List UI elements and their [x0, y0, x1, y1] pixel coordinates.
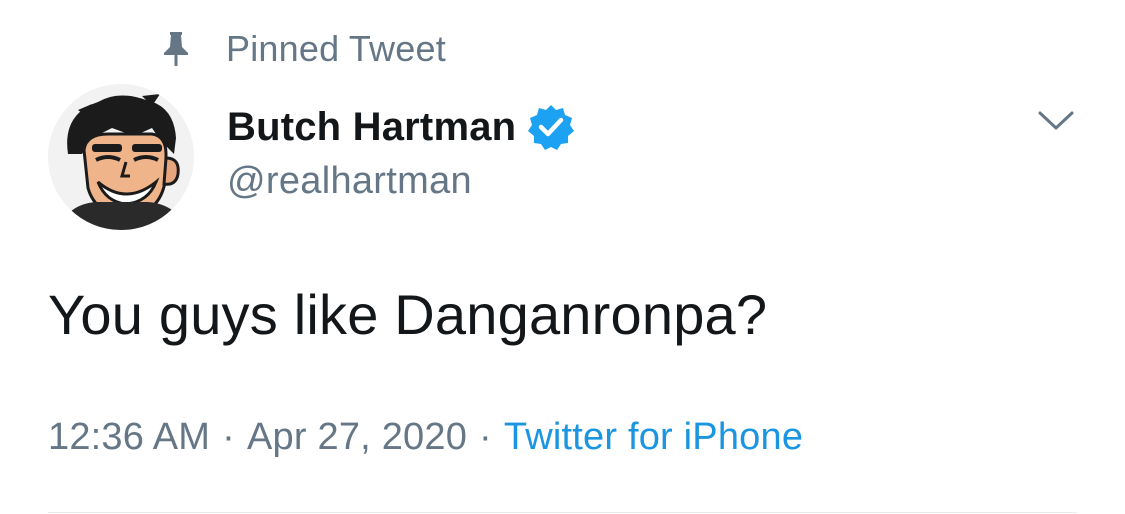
- verified-badge-icon: [526, 102, 576, 152]
- author-name-row[interactable]: Butch Hartman: [227, 100, 576, 154]
- tweet-date[interactable]: Apr 27, 2020: [247, 416, 467, 458]
- tweet-meta: 12:36 AM · Apr 27, 2020 · Twitter for iPhone: [48, 416, 803, 459]
- tweet-time[interactable]: 12:36 AM: [48, 416, 210, 458]
- meta-separator: ·: [479, 416, 492, 458]
- pin-icon: [158, 29, 194, 69]
- chevron-down-icon: [1036, 109, 1076, 138]
- divider: [48, 512, 1077, 513]
- user-handle[interactable]: @realhartman: [227, 160, 472, 203]
- pinned-tweet-header: Pinned Tweet: [158, 26, 446, 72]
- tweet-text: You guys like Danganronpa?: [48, 283, 768, 346]
- tweet-source-link[interactable]: Twitter for iPhone: [504, 416, 803, 458]
- meta-separator: ·: [222, 416, 236, 458]
- display-name[interactable]: Butch Hartman: [227, 105, 516, 150]
- pinned-tweet-label: Pinned Tweet: [226, 28, 446, 69]
- avatar[interactable]: [48, 84, 194, 230]
- tweet-menu-button[interactable]: [1036, 108, 1076, 138]
